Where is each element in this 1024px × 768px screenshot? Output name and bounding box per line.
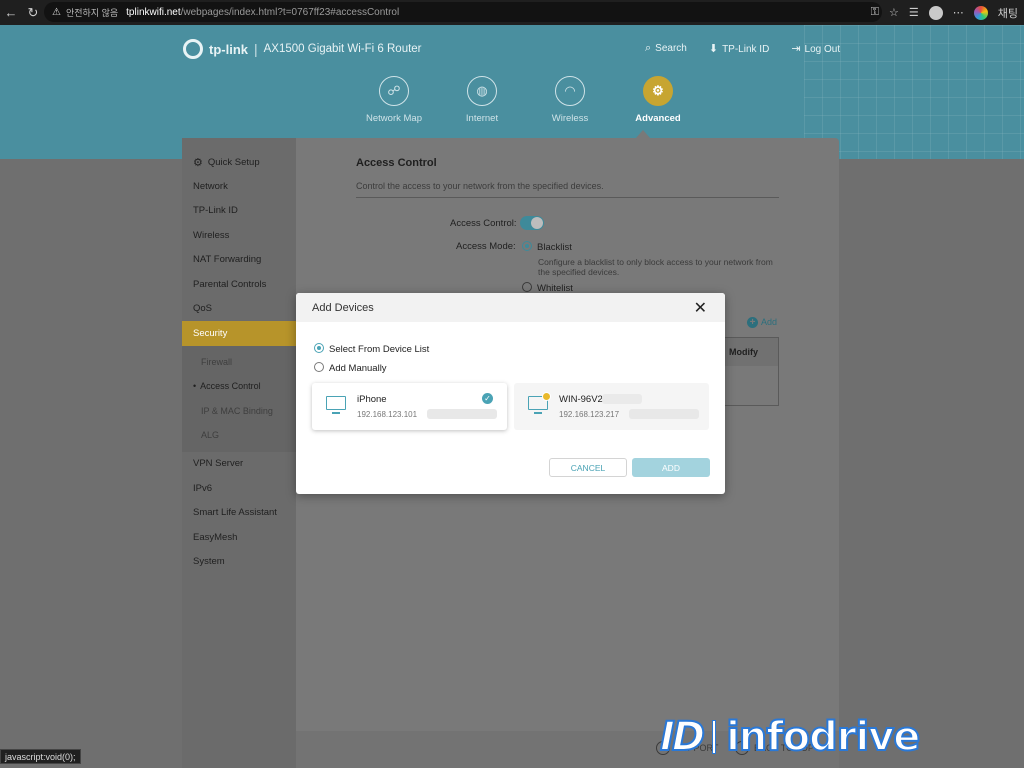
refresh-button[interactable]: ↻ — [22, 5, 44, 21]
redacted-mac — [629, 409, 699, 419]
brand-name: tp-link — [209, 41, 248, 57]
sidebar-item-parental-controls[interactable]: Parental Controls — [182, 272, 296, 297]
key-icon[interactable]: ⚿ — [871, 6, 879, 19]
warning-triangle-icon: ⚠ — [52, 6, 61, 18]
add-devices-dialog: Add Devices ✕ Select From Device List Ad… — [296, 293, 725, 494]
dialog-header: Add Devices ✕ — [296, 293, 725, 322]
sidebar-subitem-alg[interactable]: ALG — [182, 423, 296, 448]
router-model: AX1500 Gigabit Wi-Fi 6 Router — [263, 43, 422, 55]
quick-setup-icon: ⚙ — [193, 156, 203, 169]
sidebar-subitem-access-control[interactable]: Access Control — [182, 374, 296, 399]
profile-avatar[interactable] — [928, 5, 943, 20]
add-device-link[interactable]: + Add — [747, 317, 777, 328]
url-host: tplinkwifi.net — [126, 6, 181, 18]
add-button[interactable]: ADD — [632, 458, 710, 477]
monitor-icon — [326, 396, 346, 414]
warning-badge-icon — [542, 392, 551, 401]
add-manually-radio[interactable] — [314, 362, 324, 372]
search-link[interactable]: ⌕ Search — [645, 42, 687, 55]
whitelist-radio[interactable] — [522, 282, 532, 292]
active-tab-caret — [636, 130, 650, 138]
main-nav: ☍ Network Map ◍ Internet ◠ Wireless ⚙ Ad… — [350, 76, 702, 124]
tab-advanced[interactable]: ⚙ Advanced — [614, 76, 702, 124]
star-icon[interactable]: ☆ — [889, 6, 899, 19]
chat-label[interactable]: 채팅 — [998, 5, 1018, 21]
access-mode-label: Access Mode: — [456, 241, 516, 252]
tab-network-map[interactable]: ☍ Network Map — [350, 76, 438, 124]
blacklist-description: Configure a blacklist to only block acce… — [538, 257, 773, 277]
redacted-mac — [427, 409, 497, 419]
blacklist-option[interactable]: Blacklist — [522, 241, 572, 253]
globe-icon: ◍ — [467, 76, 497, 106]
plus-icon: + — [747, 317, 758, 328]
back-button[interactable]: ← — [0, 5, 22, 20]
device-card-win[interactable]: WIN-96V2HNQ 192.168.123.217 — [514, 383, 709, 430]
sidebar-subitem-ip-mac-binding[interactable]: IP & MAC Binding — [182, 399, 296, 424]
cancel-button[interactable]: CANCEL — [549, 458, 627, 477]
copilot-icon[interactable] — [973, 5, 988, 20]
sidebar-item-smart-life[interactable]: Smart Life Assistant — [182, 501, 296, 526]
tplink-id-link[interactable]: ⬇ TP-Link ID — [709, 42, 769, 55]
page-viewport: tp-link | AX1500 Gigabit Wi-Fi 6 Router … — [0, 25, 1024, 768]
blacklist-radio[interactable] — [522, 241, 532, 251]
device-name: iPhone — [357, 394, 387, 405]
access-control-section: Access Control Control the access to you… — [356, 157, 779, 198]
sidebar-item-quick-setup[interactable]: ⚙ Quick Setup — [182, 138, 296, 174]
browser-status-bar: javascript:void(0); — [0, 749, 81, 764]
page-title: Access Control — [356, 157, 437, 169]
access-control-label: Access Control: — [450, 218, 517, 229]
page-description: Control the access to your network from … — [356, 181, 779, 198]
sidebar-item-qos[interactable]: QoS — [182, 297, 296, 322]
search-icon: ⌕ — [645, 42, 652, 54]
browser-actions: ⚿ ☆ ☰ ⋯ 채팅 — [871, 0, 1018, 25]
browser-toolbar: ← ↻ ⚠ 안전하지 않음 tplinkwifi.net/webpages/in… — [0, 0, 1024, 25]
wifi-icon: ◠ — [555, 76, 585, 106]
logout-icon: ⇥ — [791, 43, 801, 55]
security-submenu: Firewall Access Control IP & MAC Binding… — [182, 345, 296, 452]
close-icon[interactable]: ✕ — [694, 298, 707, 318]
dialog-title: Add Devices — [312, 301, 374, 314]
top-links: ⌕ Search ⬇ TP-Link ID ⇥ Log Out — [645, 42, 840, 55]
sidebar-item-easymesh[interactable]: EasyMesh — [182, 525, 296, 550]
infodrive-watermark: ID infodrive — [659, 710, 921, 764]
sidebar-item-wireless[interactable]: Wireless — [182, 223, 296, 248]
device-card-iphone[interactable]: iPhone 192.168.123.101 ✓ — [312, 383, 507, 430]
favorites-icon[interactable]: ☰ — [909, 6, 919, 19]
sidebar-item-nat-forwarding[interactable]: NAT Forwarding — [182, 248, 296, 273]
access-control-toggle[interactable] — [520, 216, 544, 230]
security-status: 안전하지 않음 — [65, 7, 119, 18]
tab-wireless[interactable]: ◠ Wireless — [526, 76, 614, 124]
select-from-list-radio[interactable] — [314, 343, 324, 353]
address-bar[interactable]: ⚠ 안전하지 않음 tplinkwifi.net/webpages/index.… — [44, 2, 882, 22]
select-from-list-option[interactable]: Select From Device List — [314, 343, 429, 355]
logout-link[interactable]: ⇥ Log Out — [791, 42, 840, 55]
sidebar: ⚙ Quick Setup Network TP-Link ID Wireless… — [182, 138, 296, 768]
sidebar-item-ipv6[interactable]: IPv6 — [182, 476, 296, 501]
redacted-name — [602, 394, 642, 404]
checkmark-icon: ✓ — [482, 393, 493, 404]
user-id-icon: ⬇ — [708, 43, 719, 55]
gear-icon: ⚙ — [643, 76, 673, 106]
tab-internet[interactable]: ◍ Internet — [438, 76, 526, 124]
watermark-text: infodrive — [725, 713, 921, 761]
sidebar-item-tplink-id[interactable]: TP-Link ID — [182, 199, 296, 224]
sidebar-item-security[interactable]: Security — [182, 321, 296, 346]
brand-logo: tp-link | AX1500 Gigabit Wi-Fi 6 Router — [183, 39, 422, 59]
device-table: Modify — [716, 337, 779, 406]
device-ip: 192.168.123.217 — [559, 410, 620, 419]
sidebar-item-system[interactable]: System — [182, 550, 296, 575]
sidebar-item-vpn-server[interactable]: VPN Server — [182, 452, 296, 477]
sidebar-item-network[interactable]: Network — [182, 174, 296, 199]
add-manually-option[interactable]: Add Manually — [314, 362, 387, 374]
more-icon[interactable]: ⋯ — [953, 6, 964, 19]
watermark-logo: ID — [659, 713, 706, 761]
sidebar-subitem-firewall[interactable]: Firewall — [182, 350, 296, 375]
tplink-logo-icon — [183, 39, 203, 59]
device-ip: 192.168.123.101 — [357, 410, 418, 419]
network-map-icon: ☍ — [379, 76, 409, 106]
table-header-modify: Modify — [717, 338, 778, 366]
url-path: /webpages/index.html?t=0767ff23#accessCo… — [180, 6, 400, 18]
